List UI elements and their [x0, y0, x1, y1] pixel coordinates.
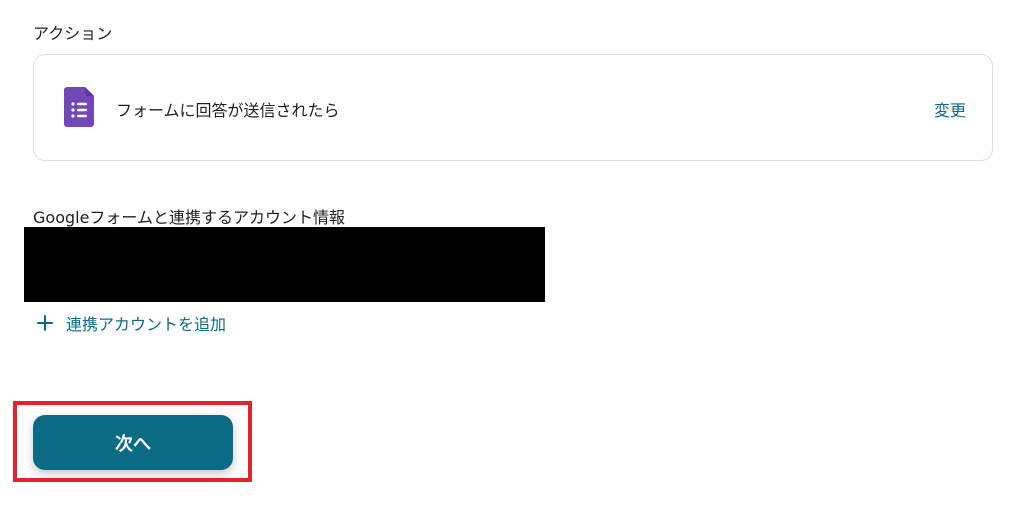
account-info-redacted — [24, 227, 545, 302]
add-account-label: 連携アカウントを追加 — [66, 315, 227, 334]
action-card: フォームに回答が送信されたら 変更 — [33, 54, 993, 161]
plus-icon — [36, 314, 54, 332]
account-section-label: Googleフォームと連携するアカウント情報 — [33, 208, 345, 227]
add-account-link[interactable]: 連携アカウントを追加 — [36, 311, 226, 335]
action-title: フォームに回答が送信されたら — [116, 101, 340, 120]
google-forms-icon — [64, 87, 94, 127]
page: アクション フォームに回答が送信されたら 変更 Googleフォームと連携するア… — [0, 0, 1027, 519]
change-link[interactable]: 変更 — [934, 97, 966, 121]
next-button[interactable]: 次へ — [33, 415, 233, 470]
action-section-label: アクション — [33, 24, 113, 43]
